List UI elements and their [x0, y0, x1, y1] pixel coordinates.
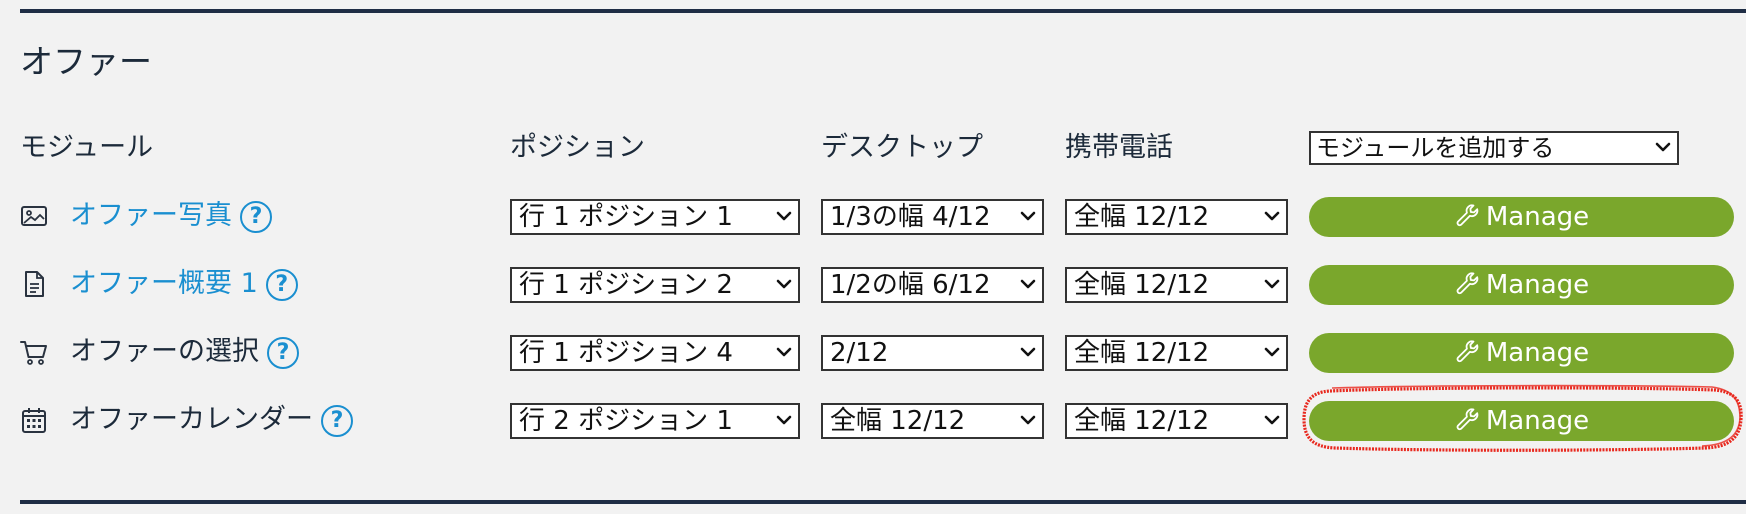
wrench-icon — [1456, 340, 1479, 363]
module-name-link[interactable]: オファー写真? — [70, 197, 272, 235]
position-select-value: 行 2 ポジション 1 — [519, 406, 733, 436]
chevron-down-icon — [1020, 211, 1036, 221]
module-name-link[interactable]: オファー概要 1? — [70, 265, 298, 303]
manage-button-label: Manage — [1485, 338, 1590, 368]
module-name-label: オファー概要 1 — [70, 268, 258, 299]
desktop-width-select[interactable]: 1/3の幅 4/12 — [821, 199, 1044, 235]
mobile-width-select[interactable]: 全幅 12/12 — [1065, 199, 1288, 235]
chevron-down-icon — [1264, 279, 1280, 289]
module-name: オファーカレンダー? — [70, 401, 353, 439]
manage-button[interactable]: Manage — [1309, 197, 1734, 237]
mobile-width-select[interactable]: 全幅 12/12 — [1065, 267, 1288, 303]
desktop-width-value: 全幅 12/12 — [830, 406, 966, 436]
chevron-down-icon — [776, 211, 792, 221]
desktop-width-value: 1/3の幅 4/12 — [830, 202, 991, 232]
chevron-down-icon — [776, 279, 792, 289]
module-name-label: オファー写真 — [70, 200, 232, 231]
chevron-down-icon — [1264, 415, 1280, 425]
manage-button-label: Manage — [1485, 202, 1590, 232]
module-name: オファーの選択? — [70, 333, 299, 371]
position-select[interactable]: 行 1 ポジション 1 — [510, 199, 800, 235]
desktop-width-select[interactable]: 全幅 12/12 — [821, 403, 1044, 439]
mobile-width-value: 全幅 12/12 — [1074, 338, 1210, 368]
column-header-position: ポジション — [510, 132, 645, 163]
help-icon[interactable]: ? — [321, 404, 353, 437]
column-header-desktop: デスクトップ — [821, 132, 983, 163]
cart-icon — [19, 337, 49, 367]
help-icon[interactable]: ? — [240, 200, 272, 233]
position-select[interactable]: 行 1 ポジション 4 — [510, 335, 800, 371]
position-select-value: 行 1 ポジション 2 — [519, 270, 733, 300]
chevron-down-icon — [1655, 142, 1671, 152]
module-row: オファー概要 1? 行 1 ポジション 2 1/2の幅 6/12 全幅 12/1… — [0, 259, 1746, 309]
bottom-divider — [20, 500, 1746, 504]
position-select-value: 行 1 ポジション 1 — [519, 202, 733, 232]
module-row: オファー写真? 行 1 ポジション 1 1/3の幅 4/12 全幅 12/12 … — [0, 191, 1746, 241]
chevron-down-icon — [1020, 347, 1036, 357]
add-module-select-value: モジュールを追加する — [1316, 134, 1555, 162]
mobile-width-value: 全幅 12/12 — [1074, 270, 1210, 300]
help-icon[interactable]: ? — [265, 268, 298, 301]
wrench-icon — [1456, 272, 1479, 295]
chevron-down-icon — [1264, 211, 1280, 221]
manage-button[interactable]: Manage — [1309, 333, 1734, 373]
mobile-width-value: 全幅 12/12 — [1074, 406, 1210, 436]
module-name-label: オファーカレンダー — [70, 404, 313, 435]
desktop-width-select[interactable]: 1/2の幅 6/12 — [821, 267, 1044, 303]
module-row: オファーの選択? 行 1 ポジション 4 2/12 全幅 12/12 Manag… — [0, 327, 1746, 377]
desktop-width-select[interactable]: 2/12 — [821, 335, 1044, 371]
calendar-icon — [19, 405, 49, 435]
column-header-mobile: 携帯電話 — [1065, 132, 1173, 163]
position-select-value: 行 1 ポジション 4 — [519, 338, 733, 368]
chevron-down-icon — [1020, 279, 1036, 289]
desktop-width-value: 2/12 — [830, 338, 889, 368]
section-title: オファー — [20, 42, 152, 81]
chevron-down-icon — [1020, 415, 1036, 425]
mobile-width-select[interactable]: 全幅 12/12 — [1065, 403, 1288, 439]
top-divider — [20, 9, 1746, 13]
document-icon — [19, 269, 49, 299]
chevron-down-icon — [1264, 347, 1280, 357]
help-icon[interactable]: ? — [267, 336, 299, 369]
add-module-select[interactable]: モジュールを追加する — [1309, 131, 1679, 165]
desktop-width-value: 1/2の幅 6/12 — [830, 270, 991, 300]
column-header-module: モジュール — [20, 132, 154, 163]
chevron-down-icon — [776, 347, 792, 357]
wrench-icon — [1456, 204, 1479, 227]
mobile-width-value: 全幅 12/12 — [1074, 202, 1210, 232]
mobile-width-select[interactable]: 全幅 12/12 — [1065, 335, 1288, 371]
module-name-label: オファーの選択 — [70, 336, 259, 367]
manage-button-label: Manage — [1485, 270, 1590, 300]
image-icon — [19, 201, 49, 231]
position-select[interactable]: 行 2 ポジション 1 — [510, 403, 800, 439]
chevron-down-icon — [776, 415, 792, 425]
highlight-annotation — [1302, 384, 1743, 452]
manage-button[interactable]: Manage — [1309, 265, 1734, 305]
position-select[interactable]: 行 1 ポジション 2 — [510, 267, 800, 303]
